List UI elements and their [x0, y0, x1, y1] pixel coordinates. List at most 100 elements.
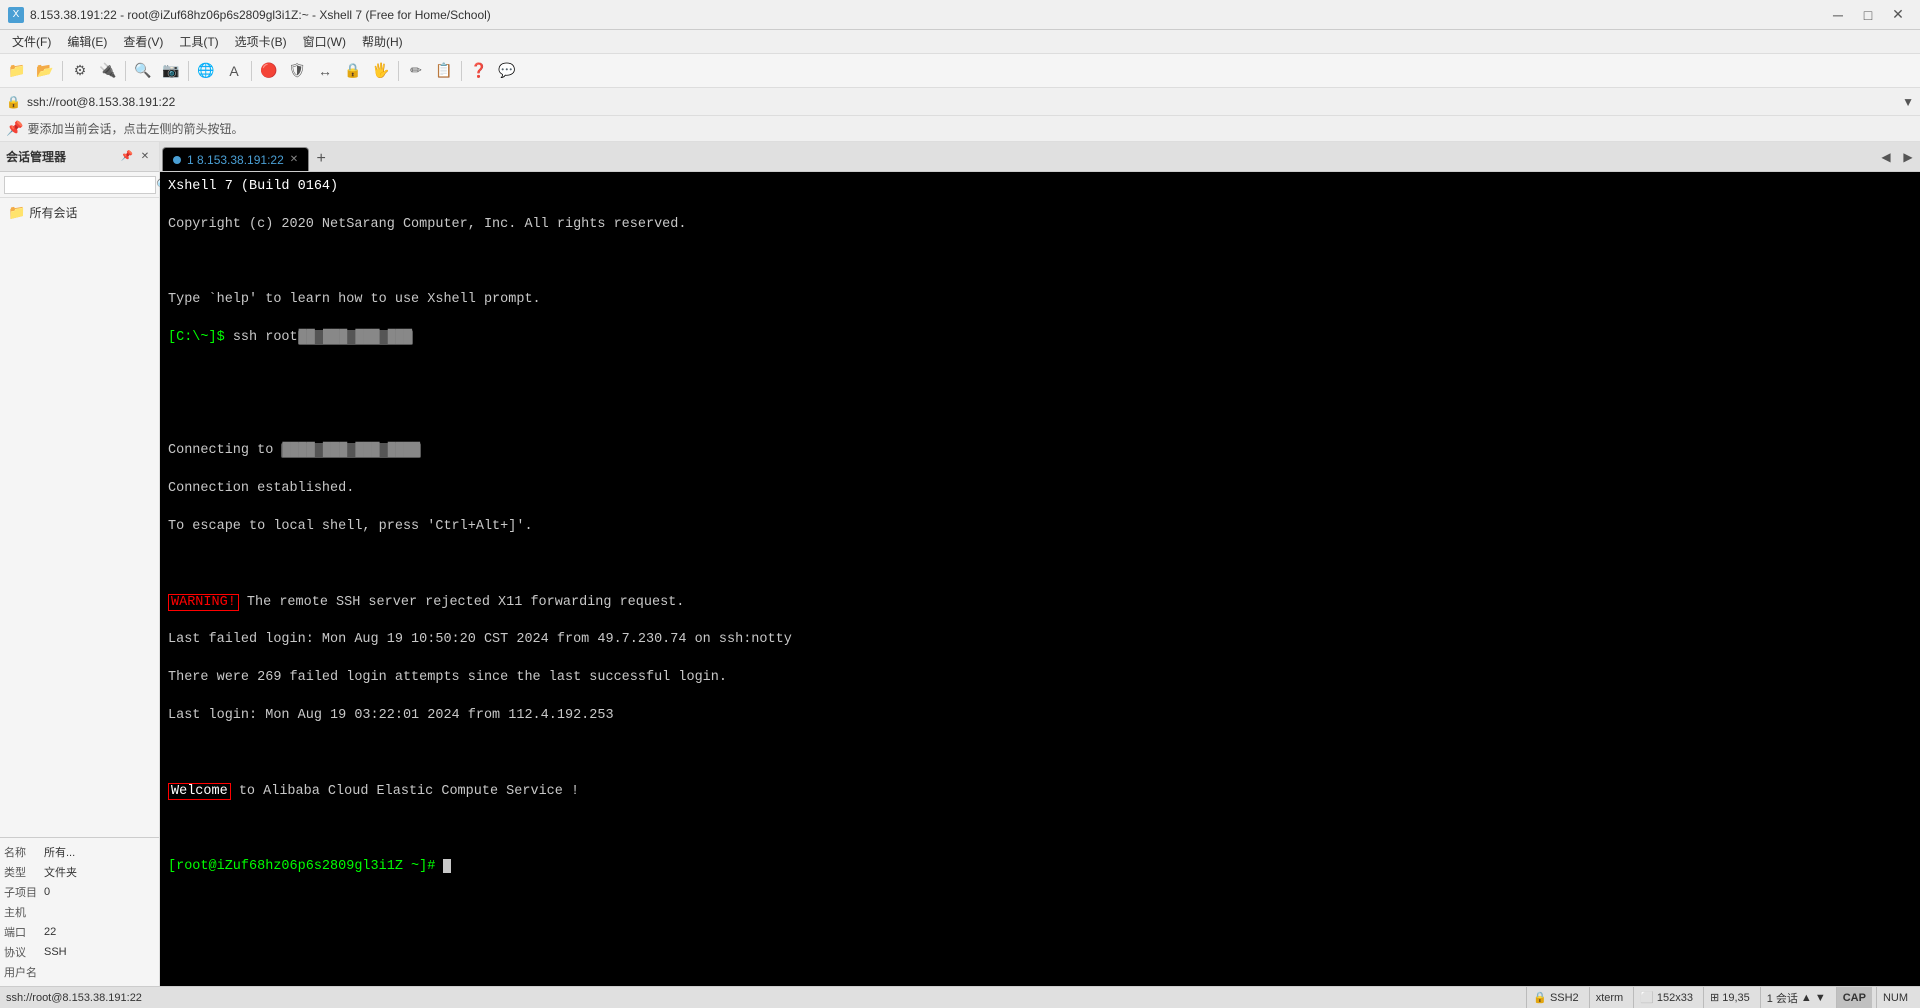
tab-nav-right: ◀ ▶ [1876, 147, 1918, 171]
status-position-icon: ⊞ [1710, 991, 1719, 1004]
address-text: ssh://root@8.153.38.191:22 [27, 95, 1896, 109]
prop-protocol-value: SSH [44, 946, 67, 958]
menu-item-e[interactable]: 编辑(E) [59, 30, 115, 53]
app-icon: X [8, 7, 24, 23]
sidebar-pin-button[interactable]: 📌 [119, 149, 135, 165]
all-sessions-item[interactable]: 📁 所有会话 [0, 198, 159, 227]
toolbar-separator-1 [62, 61, 63, 81]
status-arrow-down[interactable]: ▼ [1815, 992, 1826, 1004]
terminal-line-4: Type `help' to learn how to use Xshell p… [168, 291, 1912, 310]
sidebar: 会话管理器 📌 ✕ 🔍 📁 所有会话 名称 所有... 类型 文件夹 [0, 142, 160, 986]
prop-port-row: 端口 22 [4, 922, 155, 942]
terminal-line-19: [root@iZuf68hz06p6s2809gl3i1Z ~]# [168, 858, 1912, 877]
terminal-content: Xshell 7 (Build 0164) Copyright (c) 2020… [160, 172, 1920, 921]
tab-scroll-right[interactable]: ▶ [1898, 147, 1918, 167]
right-panel: 1 8.153.38.191:22 ✕ + ◀ ▶ Xshell 7 (Buil… [160, 142, 1920, 986]
prop-protocol-row: 协议 SSH [4, 942, 155, 962]
address-dropdown[interactable]: ▼ [1902, 95, 1914, 109]
open-button[interactable]: 📂 [32, 58, 58, 84]
key-button[interactable]: 🖐 [368, 58, 394, 84]
toolbar-separator-2 [125, 61, 126, 81]
prop-type-label: 类型 [4, 864, 40, 880]
prop-port-label: 端口 [4, 924, 40, 940]
menu-item-b[interactable]: 选项卡(B) [227, 30, 295, 53]
hint-text: 要添加当前会话，点击左侧的箭头按钮。 [27, 120, 243, 137]
minimize-button[interactable]: ─ [1824, 4, 1852, 26]
sidebar-header: 会话管理器 📌 ✕ [0, 142, 159, 172]
tab-scroll-left[interactable]: ◀ [1876, 147, 1896, 167]
info-button[interactable]: 💬 [494, 58, 520, 84]
sidebar-search-bar: 🔍 [0, 172, 159, 198]
sidebar-close-button[interactable]: ✕ [137, 149, 153, 165]
status-position: ⊞ 19,35 [1703, 987, 1756, 1008]
terminal-area[interactable]: Xshell 7 (Build 0164) Copyright (c) 2020… [160, 172, 1920, 986]
title-bar: X 8.153.38.191:22 - root@iZuf68hz06p6s28… [0, 0, 1920, 30]
title-bar-left: X 8.153.38.191:22 - root@iZuf68hz06p6s28… [8, 7, 491, 23]
active-tab-label: 1 8.153.38.191:22 [187, 153, 284, 167]
terminal-cursor [443, 859, 451, 873]
toolbar-separator-3 [188, 61, 189, 81]
maximize-button[interactable]: □ [1854, 4, 1882, 26]
window-controls: ─ □ ✕ [1824, 4, 1912, 26]
terminal-line-8: Connecting to ████ ███ ███ ████ [168, 442, 1912, 461]
toolbar-separator-4 [251, 61, 252, 81]
status-bar: ssh://root@8.153.38.191:22 🔒 SSH2 xterm … [0, 986, 1920, 1008]
main-content: 会话管理器 📌 ✕ 🔍 📁 所有会话 名称 所有... 类型 文件夹 [0, 142, 1920, 986]
search-input[interactable] [4, 176, 156, 194]
terminal-line-14: There were 269 failed login attempts sin… [168, 669, 1912, 688]
menu-item-f[interactable]: 文件(F) [4, 30, 59, 53]
status-protocol: 🔒 SSH2 [1526, 987, 1584, 1008]
window-title: 8.153.38.191:22 - root@iZuf68hz06p6s2809… [30, 8, 491, 22]
folder-icon: 📁 [8, 204, 25, 221]
terminal-line-3 [168, 254, 1912, 273]
toolbar-separator-5 [398, 61, 399, 81]
active-tab[interactable]: 1 8.153.38.191:22 ✕ [162, 147, 309, 171]
arrows-button[interactable]: ↔ [312, 58, 338, 84]
properties-button[interactable]: ⚙ [67, 58, 93, 84]
num-label: NUM [1883, 992, 1908, 1004]
tab-close-button[interactable]: ✕ [290, 154, 298, 165]
cap-label: CAP [1843, 992, 1866, 1004]
green-shield-button[interactable]: 🛡 [284, 58, 310, 84]
status-terminal-type: xterm [1589, 987, 1630, 1008]
terminal-line-10: To escape to local shell, press 'Ctrl+Al… [168, 518, 1912, 537]
edit-button[interactable]: ✏ [403, 58, 429, 84]
status-size-text: 152x33 [1657, 992, 1693, 1004]
status-cap: CAP [1836, 987, 1872, 1008]
status-terminal-text: xterm [1596, 992, 1624, 1004]
prop-type-value: 文件夹 [44, 864, 77, 880]
lock-button[interactable]: 🔒 [340, 58, 366, 84]
menu-item-w[interactable]: 窗口(W) [295, 30, 354, 53]
help-button[interactable]: ❓ [466, 58, 492, 84]
prop-name-row: 名称 所有... [4, 842, 155, 862]
toolbar: 📁 📂 ⚙ 🔌 🔍 📷 🌐 A 🔴 🛡 ↔ 🔒 🖐 ✏ 📋 ❓ 💬 [0, 54, 1920, 88]
disconnect-button[interactable]: 🔌 [95, 58, 121, 84]
prop-subitem-label: 子项目 [4, 884, 40, 900]
menu-item-t[interactable]: 工具(T) [171, 30, 226, 53]
red-circle-button[interactable]: 🔴 [256, 58, 282, 84]
new-tab-button[interactable]: + [309, 147, 333, 171]
hint-icon: 📌 [6, 120, 23, 137]
status-protocol-text: SSH2 [1550, 992, 1579, 1004]
terminal-line-15: Last login: Mon Aug 19 03:22:01 2024 fro… [168, 707, 1912, 726]
font-button[interactable]: A [221, 58, 247, 84]
close-button[interactable]: ✕ [1884, 4, 1912, 26]
all-sessions-label: 所有会话 [29, 204, 77, 221]
new-session-button[interactable]: 📁 [4, 58, 30, 84]
menu-bar: 文件(F)编辑(E)查看(V)工具(T)选项卡(B)窗口(W)帮助(H) [0, 30, 1920, 54]
status-size-icon: ⬜ [1640, 991, 1654, 1004]
globe-button[interactable]: 🌐 [193, 58, 219, 84]
menu-item-h[interactable]: 帮助(H) [354, 30, 411, 53]
prop-port-value: 22 [44, 926, 56, 938]
find-button[interactable]: 🔍 [130, 58, 156, 84]
status-num: NUM [1876, 987, 1914, 1008]
snapshot-button[interactable]: 📷 [158, 58, 184, 84]
prop-name-value: 所有... [44, 844, 75, 860]
status-position-text: 19,35 [1722, 992, 1750, 1004]
status-size: ⬜ 152x33 [1633, 987, 1699, 1008]
menu-item-v[interactable]: 查看(V) [115, 30, 171, 53]
terminal-line-18 [168, 820, 1912, 839]
prop-protocol-label: 协议 [4, 944, 40, 960]
log-button[interactable]: 📋 [431, 58, 457, 84]
status-arrow-up[interactable]: ▲ [1801, 992, 1812, 1004]
